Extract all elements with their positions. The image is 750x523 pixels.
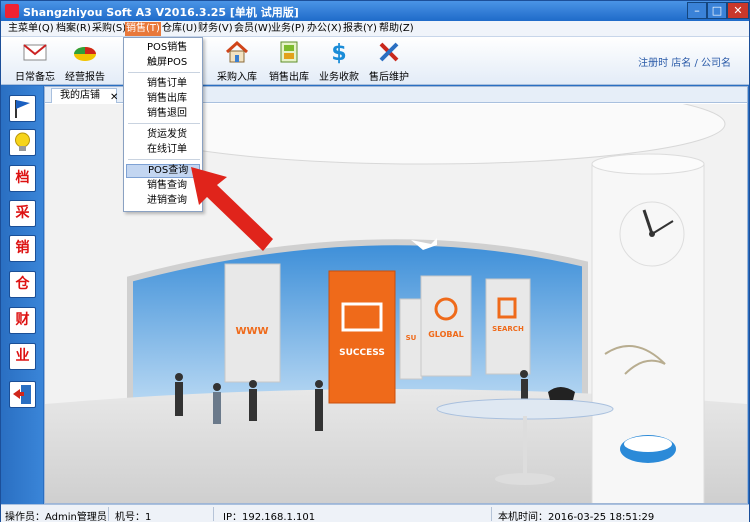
menu-separator — [128, 159, 200, 160]
menu-item-sales-order[interactable]: 销售订单 — [126, 77, 200, 91]
maximize-button[interactable]: □ — [707, 2, 727, 19]
menu-sales[interactable]: 销售(T) — [125, 22, 161, 36]
sidebar-item-idea[interactable] — [9, 129, 36, 156]
menu-business[interactable]: 业务(P) — [270, 22, 306, 36]
minimize-button[interactable]: – — [687, 2, 707, 19]
menu-item-touch-pos[interactable]: 触屏POS — [126, 56, 200, 70]
sidebar-item-archive[interactable]: 档 — [9, 165, 36, 192]
close-icon[interactable]: ✕ — [110, 91, 118, 104]
board-global: GLOBAL — [420, 275, 472, 377]
status-divider — [108, 507, 109, 521]
board-success: SUCCESS — [328, 270, 396, 404]
menu-item-sales-return[interactable]: 销售退回 — [126, 107, 200, 121]
memo-label: 日常备忘 — [15, 72, 55, 83]
menu-item-sales-out[interactable]: 销售出库 — [126, 92, 200, 106]
sidebar-item-flag[interactable] — [9, 95, 36, 122]
after-sales-button[interactable]: 售后维护 — [367, 39, 411, 83]
envelope-icon — [23, 44, 47, 61]
bulb-icon — [15, 132, 30, 151]
sidebar-item-business[interactable]: 业 — [9, 343, 36, 370]
sidebar: 档 采 销 仓 财 业 — [1, 86, 43, 504]
report-label: 经营报告 — [65, 72, 105, 83]
toolbar: 日常备忘 经营报告 采购入库 销售出库 $ 业务收款 售后维护 注册时 店名 /… — [1, 37, 749, 85]
dollar-icon: $ — [331, 41, 346, 65]
menu-item-shipping[interactable]: 货运发货 — [126, 128, 200, 142]
app-window: Shangzhiyou Soft A3 V2016.3.25 [单机 试用版] … — [0, 0, 750, 523]
board-search: SEARCH — [485, 278, 531, 375]
menu-main[interactable]: 主菜单(Q) — [7, 22, 55, 36]
app-logo-icon — [5, 4, 19, 18]
menu-separator — [128, 72, 200, 73]
report-button[interactable]: 经营报告 — [65, 39, 105, 83]
receipt-button[interactable]: $ 业务收款 — [317, 39, 361, 83]
status-machine: 机号：1 — [115, 512, 152, 523]
menu-bar: 主菜单(Q) 档案(R) 采购(S) 销售(T) 仓库(U) 财务(V) 会员(… — [1, 21, 749, 37]
receipt-label: 业务收款 — [319, 72, 359, 83]
title-bar: Shangzhiyou Soft A3 V2016.3.25 [单机 试用版] … — [1, 1, 749, 21]
register-link[interactable]: 注册时 店名 / 公司名 — [638, 54, 731, 69]
board-su: SU — [399, 298, 423, 380]
menu-office[interactable]: 办公(X) — [306, 22, 343, 36]
board-search-text: SEARCH — [492, 325, 524, 333]
board-su-text: SU — [406, 334, 417, 342]
house-icon — [225, 40, 249, 63]
menu-archive[interactable]: 档案(R) — [55, 22, 92, 36]
sidebar-item-exit[interactable] — [9, 381, 36, 408]
status-bar: 操作员：Admin管理员 机号：1 IP：192.168.1.101 本机时间：… — [1, 504, 749, 523]
tools-icon — [379, 42, 399, 62]
menu-member[interactable]: 会员(W) — [233, 22, 273, 36]
board-success-text: SUCCESS — [339, 348, 385, 358]
close-button[interactable]: ✕ — [727, 2, 749, 19]
sidebar-item-sales[interactable]: 销 — [9, 235, 36, 262]
after-sales-label: 售后维护 — [369, 72, 409, 83]
goods-icon — [280, 41, 298, 63]
status-time: 本机时间：2016-03-25 18:51:29 — [498, 512, 655, 523]
sales-out-button[interactable]: 销售出库 — [267, 39, 311, 83]
menu-warehouse[interactable]: 仓库(U) — [161, 22, 198, 36]
menu-item-online-order[interactable]: 在线订单 — [126, 143, 200, 157]
red-arrow-annotation — [191, 167, 273, 251]
status-divider — [213, 507, 214, 521]
svg-text:$: $ — [331, 41, 346, 65]
memo-button[interactable]: 日常备忘 — [15, 39, 55, 83]
board-global-text: GLOBAL — [428, 330, 464, 339]
sidebar-item-purchase[interactable]: 采 — [9, 200, 36, 227]
status-divider — [491, 507, 492, 521]
menu-reports[interactable]: 报表(Y) — [342, 22, 378, 36]
pie-chart-icon — [74, 47, 96, 61]
sidebar-item-finance[interactable]: 财 — [9, 307, 36, 334]
tab-label: 我的店铺 — [60, 90, 100, 101]
menu-finance[interactable]: 财务(V) — [197, 22, 234, 36]
status-operator: 操作员：Admin管理员 — [5, 512, 107, 523]
window-title: Shangzhiyou Soft A3 V2016.3.25 [单机 试用版] — [23, 6, 299, 19]
purchase-in-button[interactable]: 采购入库 — [215, 39, 259, 83]
menu-purchase[interactable]: 采购(S) — [91, 22, 127, 36]
exit-icon — [13, 385, 31, 404]
flag-icon — [15, 100, 30, 118]
sales-out-label: 销售出库 — [269, 72, 309, 83]
menu-help[interactable]: 帮助(Z) — [378, 22, 415, 36]
board-www-text: WWW — [235, 326, 268, 337]
status-ip: IP：192.168.1.101 — [223, 512, 316, 523]
menu-item-pos-sale[interactable]: POS销售 — [126, 41, 200, 55]
menu-separator — [128, 123, 200, 124]
tab-my-store[interactable]: 我的店铺 ✕ — [51, 88, 118, 104]
sidebar-item-warehouse[interactable]: 仓 — [9, 271, 36, 298]
board-www: WWW — [224, 263, 281, 383]
purchase-in-label: 采购入库 — [217, 72, 257, 83]
